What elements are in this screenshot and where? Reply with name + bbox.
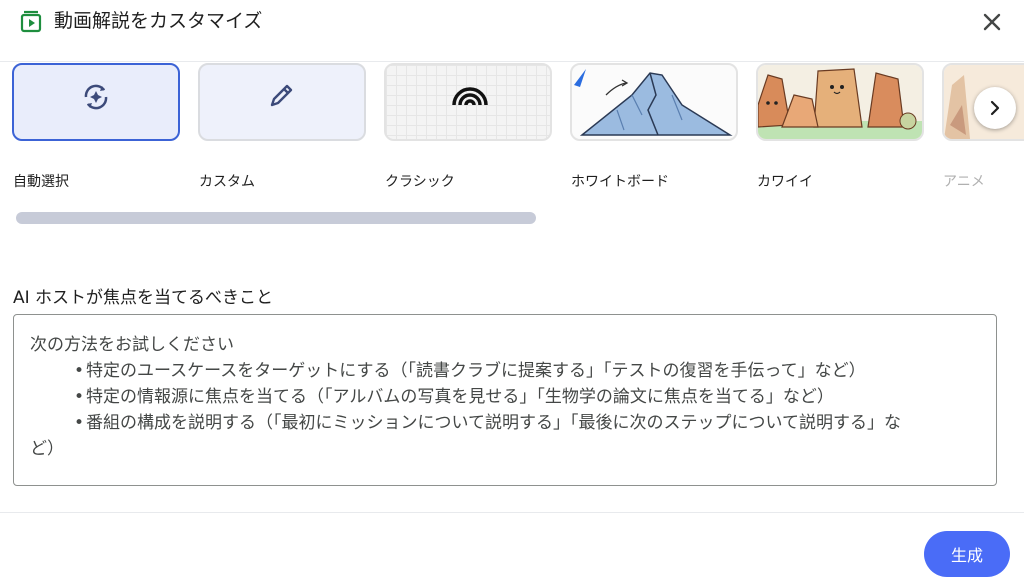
style-label-whiteboard: ホワイトボード	[571, 174, 669, 190]
style-label-classic: クラシック	[385, 174, 455, 190]
chevron-right-icon	[990, 100, 1000, 116]
style-label-kawaii: カワイイ	[757, 174, 813, 190]
style-label-custom: カスタム	[199, 174, 255, 190]
dialog-title: 動画解説をカスタマイズ	[54, 10, 263, 32]
placeholder-bullet-use-case: 特定のユースケースをターゲットにする（「読書クラブに提案する」「テストの復習を手…	[30, 358, 980, 384]
style-card-kawaii[interactable]	[756, 63, 924, 141]
style-card-classic[interactable]	[384, 63, 552, 141]
generate-button[interactable]: 生成	[924, 531, 1010, 577]
carousel-next-button[interactable]	[974, 87, 1016, 129]
pencil-icon	[270, 84, 293, 107]
style-carousel: 自動選択 カスタム クラシック ホワイトボード カワイイ アニメ	[0, 63, 1024, 198]
carousel-scrollbar[interactable]	[16, 212, 536, 224]
placeholder-bullet-structure-wrap: ど）	[30, 439, 64, 459]
style-card-auto-select[interactable]	[12, 63, 180, 141]
style-card-custom[interactable]	[198, 63, 366, 141]
style-card-whiteboard[interactable]	[570, 63, 738, 141]
footer-divider	[0, 512, 1024, 513]
whiteboard-mountain-thumbnail	[574, 69, 733, 136]
placeholder-bullet-source: 特定の情報源に焦点を当てる（「アルバムの写真を見せる」「生物学の論文に焦点を当て…	[30, 384, 980, 410]
close-icon[interactable]	[978, 8, 1006, 36]
style-label-auto-select: 自動選択	[13, 174, 69, 190]
style-label-anime: アニメ	[943, 174, 985, 190]
placeholder-bullet-structure: 番組の構成を説明する（「最初にミッションについて説明する」「最後に次のステップに…	[30, 410, 980, 436]
focus-textarea[interactable]: 次の方法をお試しください 特定のユースケースをターゲットにする（「読書クラブに提…	[13, 314, 997, 486]
auto-select-sparkle-icon	[84, 84, 108, 110]
focus-field-label: AI ホストが焦点を当てるべきこと	[13, 288, 274, 308]
video-library-icon	[20, 10, 42, 33]
rainbow-arc-icon	[452, 87, 488, 106]
dialog-header: 動画解説をカスタマイズ	[0, 0, 1024, 62]
placeholder-intro: 次の方法をお試しください	[30, 335, 234, 355]
kawaii-rocks-thumbnail	[758, 65, 922, 139]
